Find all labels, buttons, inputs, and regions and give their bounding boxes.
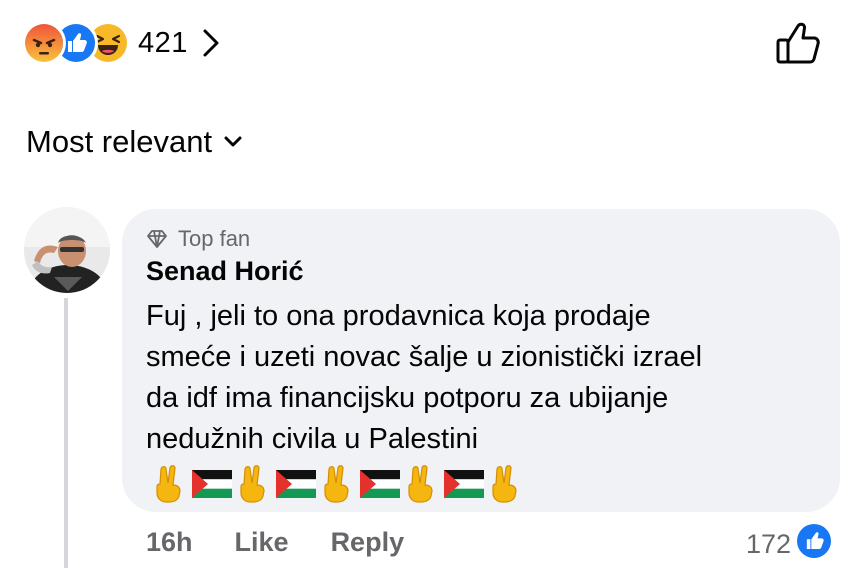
like-count-value: 172: [746, 529, 792, 559]
like-link[interactable]: Like: [235, 527, 289, 558]
sort-dropdown[interactable]: Most relevant: [26, 124, 242, 160]
angry-icon: [22, 21, 66, 65]
emoji-row: [152, 464, 528, 504]
victory-hand-icon: [488, 465, 524, 503]
comment-line: da idf ima financijsku potporu za ubijan…: [146, 382, 669, 414]
like-icon: [797, 524, 832, 565]
sort-label: Most relevant: [26, 124, 213, 159]
victory-hand-icon: [152, 465, 188, 503]
palestine-flag-icon: [276, 470, 316, 498]
palestine-flag-icon: [360, 470, 400, 498]
reaction-count: 421: [138, 26, 188, 59]
comment-line: Fuj , jeli to ona prodavnica koja prodaj…: [146, 300, 651, 332]
chevron-right-icon: [202, 28, 220, 58]
diamond-icon: [146, 230, 168, 248]
palestine-flag-icon: [192, 470, 232, 498]
comment-author[interactable]: Senad Horić: [146, 256, 304, 287]
reply-link[interactable]: Reply: [331, 527, 405, 558]
comment-time[interactable]: 16h: [146, 527, 193, 558]
reaction-summary[interactable]: 421: [22, 21, 220, 65]
victory-hand-icon: [236, 465, 272, 503]
comment-line: smeće i uzeti novac šalje u zionistički …: [146, 341, 703, 373]
palestine-flag-icon: [444, 470, 484, 498]
thread-line: [64, 298, 68, 568]
chevron-down-icon: [224, 136, 242, 148]
top-fan-label: Top fan: [178, 226, 251, 251]
like-button[interactable]: [774, 20, 824, 66]
comment-actions: 16h Like Reply: [146, 527, 404, 558]
victory-hand-icon: [320, 465, 356, 503]
top-fan-badge: Top fan: [146, 226, 250, 252]
avatar[interactable]: [24, 207, 110, 293]
comment-line: nedužnih civila u Palestini: [146, 423, 479, 455]
reaction-icons: [22, 21, 130, 65]
thumbs-up-icon: [776, 22, 820, 64]
comment-like-count[interactable]: 172: [746, 524, 832, 565]
comment-text: Fuj , jeli to ona prodavnica koja prodaj…: [146, 296, 826, 460]
victory-hand-icon: [404, 465, 440, 503]
